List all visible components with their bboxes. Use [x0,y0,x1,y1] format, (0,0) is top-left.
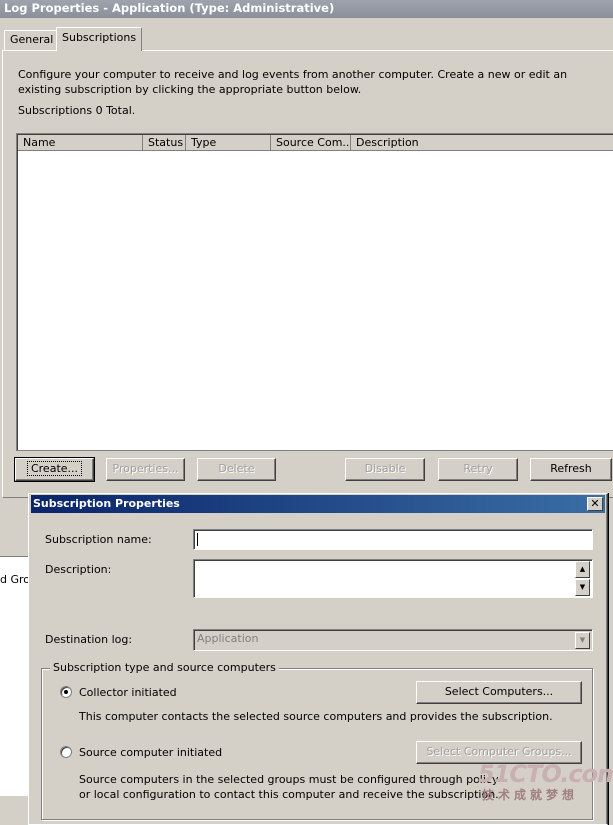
disable-button[interactable]: Disable [345,458,425,481]
watermark-slogan: 技术成就梦想 [482,788,579,802]
subscription-type-group-label: Subscription type and source computers [50,661,279,674]
column-header-description[interactable]: Description [351,135,613,151]
subscription-name-input[interactable] [193,529,593,550]
collector-initiated-label[interactable]: Collector initiated [79,686,177,699]
column-header-type[interactable]: Type [186,135,271,151]
destination-log-label: Destination log: [45,633,133,646]
chevron-down-icon[interactable]: ▼ [575,632,590,649]
create-button-label: Create... [26,461,83,476]
triangle-down-icon[interactable]: ▼ [575,579,590,596]
destination-log-value: Application [197,632,259,645]
subscriptions-description: Configure your computer to receive and l… [18,68,568,96]
dialog-title: Subscription Properties [31,495,605,513]
destination-log-select[interactable]: Application ▼ [193,629,593,651]
watermark-logo: 51CTO.com 技术成就梦想 [478,760,613,803]
subscriptions-count: Subscriptions 0 Total. [18,104,136,117]
background-edge [608,498,613,798]
subscriptions-list[interactable]: Name Status Type Source Com... Descripti… [16,133,613,451]
create-button[interactable]: Create... [14,457,95,482]
collector-initiated-radio[interactable] [60,686,72,698]
retry-button[interactable]: Retry [438,458,518,481]
close-icon[interactable]: ✕ [587,497,603,511]
delete-button[interactable]: Delete [197,458,276,481]
source-initiated-radio[interactable] [60,746,72,758]
description-input[interactable]: ▲ ▼ [193,559,593,598]
triangle-up-icon[interactable]: ▲ [575,561,590,578]
tab-subscriptions[interactable]: Subscriptions [56,27,143,51]
refresh-button[interactable]: Refresh [530,458,612,481]
watermark-logo-text: 51CTO.com [478,760,613,788]
subscription-name-label: Subscription name: [45,533,152,546]
description-label: Description: [45,563,112,576]
background-pane [0,556,30,796]
window-title: Log Properties - Application (Type: Admi… [0,0,613,18]
column-header-name[interactable]: Name [18,135,143,151]
tab-general[interactable]: General [4,30,60,50]
properties-button[interactable]: Properties... [106,458,185,481]
source-initiated-label[interactable]: Source computer initiated [79,746,222,759]
radio-selected-dot [64,690,68,694]
column-header-status[interactable]: Status [143,135,186,151]
collector-initiated-help: This computer contacts the selected sour… [79,710,553,723]
text-caret [197,533,198,546]
select-computers-button[interactable]: Select Computers... [416,681,582,704]
source-initiated-help: Source computers in the selected groups … [79,773,499,801]
column-header-source-computers[interactable]: Source Com... [271,135,351,151]
